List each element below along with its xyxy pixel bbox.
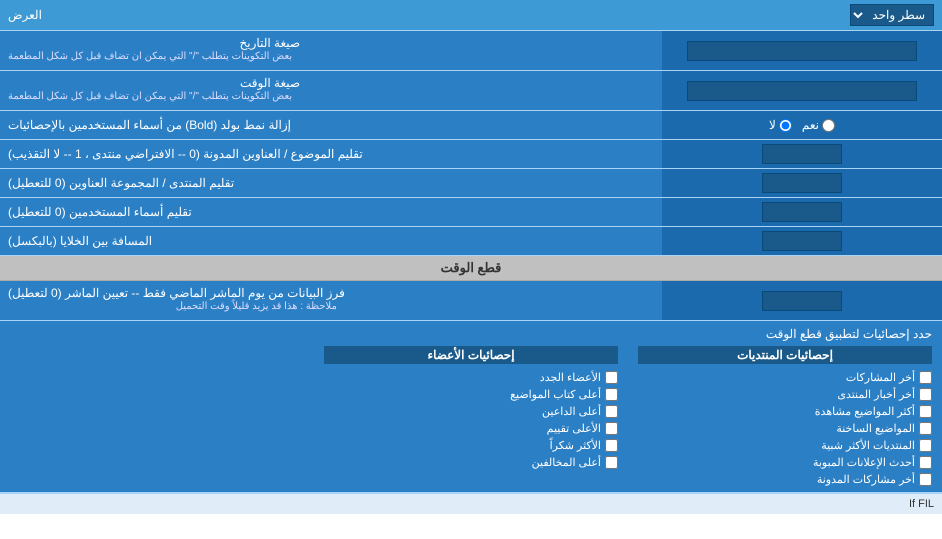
top-select-cell[interactable]: سطر واحد سطرين ثلاثة أسطر [850,4,934,26]
radio-no[interactable] [779,119,792,132]
check-latest-posts[interactable] [919,371,932,384]
checklist-grid: إحصائيات المنتديات أخر المشاركات أخر أخب… [10,346,932,486]
checklist-col-members: إحصائيات الأعضاء الأعضاء الجدد أعلى كتاب… [324,346,618,486]
list-item[interactable]: المنتديات الأكثر شبية [638,439,932,452]
check-latest-news[interactable] [919,388,932,401]
bold-radio-cell[interactable]: نعم لا [662,111,942,139]
date-format-input[interactable]: d-m [687,41,917,61]
subject-trim-input-cell[interactable]: 33 [662,140,942,168]
list-item[interactable]: أعلى الداعين [324,405,618,418]
cutoff-label: فرز البيانات من يوم الماشر الماضي فقط --… [0,281,662,320]
radio-yes-label[interactable]: نعم [802,118,835,132]
radio-no-label[interactable]: لا [769,118,792,132]
check-latest-ads[interactable] [919,456,932,469]
forum-trim-input[interactable]: 33 [762,173,842,193]
username-trim-label: تقليم أسماء المستخدمين (0 للتعطيل) [0,198,662,226]
checklist-col-empty [10,346,304,486]
list-item[interactable]: أخر مشاركات المدونة [638,473,932,486]
username-trim-input[interactable]: 0 [762,202,842,222]
list-item[interactable]: أعلى المخالفين [324,456,618,469]
cell-spacing-input[interactable]: 2 [762,231,842,251]
bold-remove-label: إزالة نمط بولد (Bold) من أسماء المستخدمي… [0,111,662,139]
check-top-mods[interactable] [605,456,618,469]
date-format-input-cell[interactable]: d-m [662,31,942,70]
cutoff-section-header: قطع الوقت [0,256,942,281]
row-bold-remove: نعم لا إزالة نمط بولد (Bold) من أسماء ال… [0,111,942,140]
time-format-input[interactable]: H:i [687,81,917,101]
time-format-input-cell[interactable]: H:i [662,71,942,110]
row-subject-trim: 33 تقليم الموضوع / العناوين المدونة (0 -… [0,140,942,169]
list-item[interactable]: أكثر المواضيع مشاهدة [638,405,932,418]
cutoff-input-cell[interactable]: 0 [662,281,942,320]
list-item[interactable]: أخر المشاركات [638,371,932,384]
date-format-label: صيغة التاريخ بعض التكوينات يتطلب "/" الت… [0,31,662,70]
check-top-rated[interactable] [605,422,618,435]
checklist-col-forums: إحصائيات المنتديات أخر المشاركات أخر أخب… [638,346,932,486]
time-format-label: صيغة الوقت بعض التكوينات يتطلب "/" التي … [0,71,662,110]
subject-trim-input[interactable]: 33 [762,144,842,164]
check-most-viewed[interactable] [919,405,932,418]
display-label: العرض [8,8,42,22]
forum-trim-label: تقليم المنتدى / المجموعة العناوين (0 للت… [0,169,662,197]
check-old-topics[interactable] [919,422,932,435]
check-most-thanks[interactable] [605,439,618,452]
username-trim-input-cell[interactable]: 0 [662,198,942,226]
row-cell-spacing: 2 المسافة بين الخلايا (بالبكسل) [0,227,942,256]
check-top-posters[interactable] [605,388,618,401]
subject-trim-label: تقليم الموضوع / العناوين المدونة (0 -- ا… [0,140,662,168]
cell-spacing-label: المسافة بين الخلايا (بالبكسل) [0,227,662,255]
list-item[interactable]: أخر أخبار المنتدى [638,388,932,401]
radio-yes[interactable] [822,119,835,132]
check-new-members[interactable] [605,371,618,384]
row-date-format: d-m صيغة التاريخ بعض التكوينات يتطلب "/"… [0,31,942,71]
cutoff-input[interactable]: 0 [762,291,842,311]
row-forum-trim: 33 تقليم المنتدى / المجموعة العناوين (0 … [0,169,942,198]
checklist-section: حدد إحصائيات لتطبيق قطع الوقت إحصائيات ا… [0,321,942,493]
list-item[interactable]: أعلى كتاب المواضيع [324,388,618,401]
list-item[interactable]: الأعلى تقييم [324,422,618,435]
cell-spacing-input-cell[interactable]: 2 [662,227,942,255]
row-username-trim: 0 تقليم أسماء المستخدمين (0 للتعطيل) [0,198,942,227]
top-row: سطر واحد سطرين ثلاثة أسطر العرض [0,0,942,31]
bottom-text: If FIL [0,493,942,514]
col2-header: إحصائيات الأعضاء [324,346,618,364]
checklist-limit-label: حدد إحصائيات لتطبيق قطع الوقت [10,327,932,341]
list-item[interactable]: الأعضاء الجدد [324,371,618,384]
list-item[interactable]: الأكثر شكراً [324,439,618,452]
check-latest-mentions[interactable] [919,473,932,486]
display-select[interactable]: سطر واحد سطرين ثلاثة أسطر [850,4,934,26]
col1-header: إحصائيات المنتديات [638,346,932,364]
list-item[interactable]: المواضيع الساخنة [638,422,932,435]
forum-trim-input-cell[interactable]: 33 [662,169,942,197]
list-item[interactable]: أحدث الإعلانات المبوبة [638,456,932,469]
check-similar-forums[interactable] [919,439,932,452]
row-cutoff: 0 فرز البيانات من يوم الماشر الماضي فقط … [0,281,942,321]
row-time-format: H:i صيغة الوقت بعض التكوينات يتطلب "/" ا… [0,71,942,111]
check-top-online[interactable] [605,405,618,418]
